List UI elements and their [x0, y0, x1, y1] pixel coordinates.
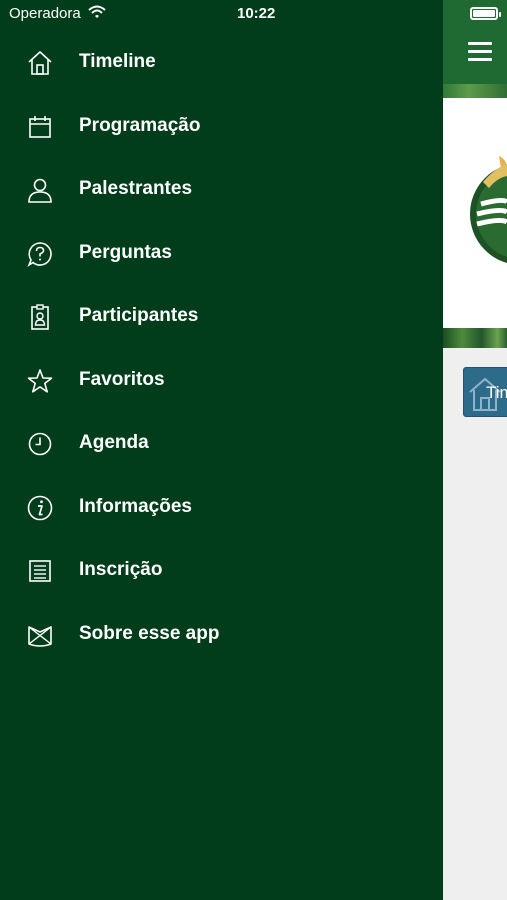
menu-item-inscricao[interactable]: Inscrição [0, 539, 443, 603]
menu-item-label: Agenda [79, 432, 149, 453]
wifi-icon [88, 5, 106, 18]
menu-item-programacao[interactable]: Programação [0, 95, 443, 159]
status-time: 10:22 [237, 5, 276, 22]
menu-item-palestrantes[interactable]: Palestrantes [0, 158, 443, 222]
badge-icon [31, 304, 49, 330]
question-bubble-icon [27, 241, 52, 267]
star-icon [27, 368, 53, 393]
status-bar: Operadora 10:22 [0, 0, 443, 28]
menu-item-informacoes[interactable]: Informações [0, 476, 443, 540]
battery-icon [470, 7, 501, 20]
carrier-name: Operadora [9, 5, 81, 22]
form-icon [29, 560, 51, 582]
app-logo-icon [28, 625, 52, 647]
person-icon [28, 178, 52, 203]
menu-item-participantes[interactable]: Participantes [0, 285, 443, 349]
menu-item-label: Favoritos [79, 368, 165, 390]
menu-item-label: Sobre esse app [79, 622, 220, 644]
menu-item-perguntas[interactable]: Perguntas [0, 222, 443, 286]
navigation-drawer: Operadora 10:22 Timeline Programação Pal… [0, 0, 443, 900]
menu-item-label: Timeline [79, 51, 156, 72]
menu-item-label: Inscrição [79, 559, 163, 580]
menu-item-label: Participantes [79, 305, 199, 326]
menu-item-label: Palestrantes [79, 178, 193, 199]
event-banner [443, 98, 507, 330]
timeline-button-label: Tim [486, 383, 507, 402]
menu-item-label: Programação [79, 114, 201, 136]
menu-item-label: Perguntas [79, 241, 172, 263]
menu-item-agenda[interactable]: Agenda [0, 412, 443, 476]
info-icon [27, 495, 53, 520]
timeline-button[interactable]: Tim [463, 367, 507, 417]
banner-foliage-strip [443, 328, 507, 348]
home-icon [28, 50, 52, 75]
clock-icon [28, 432, 52, 456]
menu-item-label: Informações [79, 495, 192, 517]
calendar-icon [29, 115, 51, 138]
menu-item-timeline[interactable]: Timeline [0, 31, 443, 95]
drawer-menu: Timeline Programação Palestrantes Pergun… [0, 31, 443, 666]
menu-item-favoritos[interactable]: Favoritos [0, 349, 443, 413]
hamburger-icon[interactable] [468, 42, 492, 62]
menu-item-sobre[interactable]: Sobre esse app [0, 603, 443, 667]
